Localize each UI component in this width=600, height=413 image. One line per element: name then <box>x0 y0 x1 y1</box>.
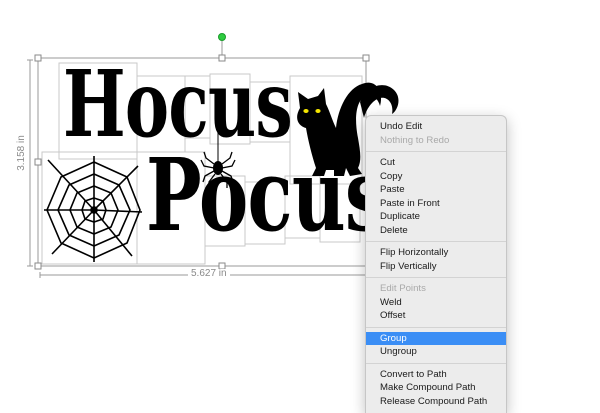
resize-handle-top-right <box>362 54 370 62</box>
menu-item-undo-edit[interactable]: Undo Edit <box>366 120 506 134</box>
menu-item-nothing-to-redo: Nothing to Redo <box>380 134 450 146</box>
menu-separator <box>366 277 506 278</box>
menu-item-flip-horizontally[interactable]: Flip Horizontally <box>366 246 506 260</box>
menu-item-make-compound-path[interactable]: Make Compound Path <box>366 381 506 395</box>
menu-item-convert-to-path[interactable]: Convert to Path <box>366 368 506 382</box>
pocus-text-object[interactable]: Pocus <box>146 145 387 245</box>
design-canvas[interactable]: Hocus Pocus 5.627 in 3.158 in <box>0 0 600 412</box>
rotate-handle <box>218 33 226 41</box>
menu-item-weld[interactable]: Weld <box>366 296 506 310</box>
menu-separator <box>366 241 506 242</box>
menu-item-paste-in-front[interactable]: Paste in Front <box>366 197 506 211</box>
menu-item-edit-points: Edit Points <box>380 283 426 294</box>
menu-separator <box>366 362 506 364</box>
resize-handle-left <box>34 158 42 166</box>
resize-handle-top-left <box>34 54 42 62</box>
menu-item-release-compound-path[interactable]: Release Compound Path <box>366 395 506 409</box>
menu-item-offset[interactable]: Offset <box>366 309 506 323</box>
menu-item-group[interactable]: Group <box>366 331 506 345</box>
menu-separator <box>366 326 506 328</box>
context-menu: Undo Edit Nothing to Redo Cut Copy Paste Past… <box>365 115 507 413</box>
menu-item-cut[interactable]: Cut <box>366 156 506 170</box>
menu-item-paste[interactable]: Paste <box>366 183 506 197</box>
width-dimension-label: 5.627 in <box>188 269 230 279</box>
height-dimension-label: 3.158 in <box>16 125 27 181</box>
menu-separator <box>366 151 506 152</box>
menu-item-flip-vertically[interactable]: Flip Vertically <box>366 260 506 274</box>
spider-web-icon <box>44 156 143 262</box>
resize-handle-bottom-left <box>34 262 42 270</box>
menu-item-delete[interactable]: Delete <box>366 224 506 238</box>
menu-item-duplicate[interactable]: Duplicate <box>366 210 506 224</box>
menu-item-ungroup[interactable]: Ungroup <box>366 345 506 359</box>
menu-item-copy[interactable]: Copy <box>366 170 506 184</box>
